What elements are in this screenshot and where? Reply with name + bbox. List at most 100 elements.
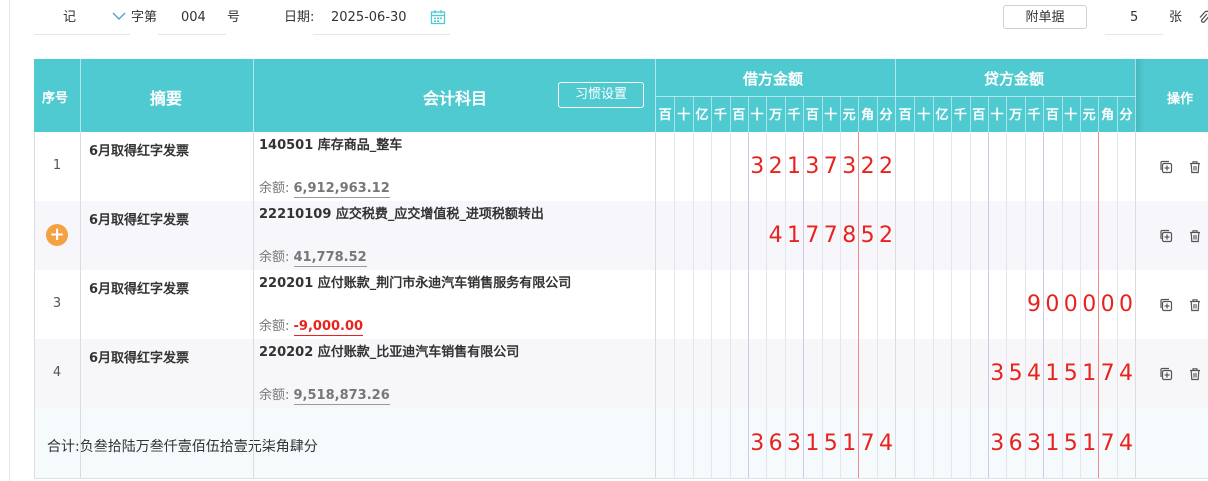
habit-settings-button[interactable]: 习惯设置: [558, 82, 644, 108]
digit-grid-line: [711, 132, 712, 479]
header-credit: 贷方金额: [984, 70, 1045, 88]
row-summary[interactable]: 6月取得红字发票: [89, 278, 189, 297]
credit-unit-label: 百: [1045, 108, 1059, 123]
table-row[interactable]: 3 6月取得红字发票 220201 应付账款_荆门市永迪汽车销售服务有限公司 余额: …: [34, 270, 1208, 339]
debit-digit: 8: [842, 223, 857, 248]
delete-row-icon[interactable]: [1188, 228, 1202, 243]
credit-digit: 5: [1008, 361, 1023, 386]
header-digit-line: [748, 96, 749, 132]
digit-grid-line: [803, 132, 804, 479]
column-separator: [655, 132, 656, 479]
debit-digit: 4: [768, 223, 783, 248]
add-row-icon[interactable]: +: [46, 224, 68, 246]
row-balance: 余额: 41,778.52: [259, 246, 367, 267]
credit-digit: 0: [1119, 292, 1133, 317]
total-debit-digit: 7: [860, 431, 875, 456]
table-left-border: [34, 132, 35, 479]
debit-digit: 2: [860, 154, 875, 179]
total-debit-digit: 3: [750, 431, 765, 456]
number-suffix: 号: [227, 10, 241, 25]
digit-grid-line: [1006, 132, 1007, 479]
header-digit-line: [766, 96, 767, 132]
voucher-type-value: 记: [63, 10, 77, 25]
credit-unit-label: 百: [898, 108, 912, 123]
row-account[interactable]: 220201 应付账款_荆门市永迪汽车销售服务有限公司: [259, 272, 571, 291]
amount-header-divider: [656, 96, 1136, 97]
credit-digit: 7: [1100, 361, 1115, 386]
debit-unit-label: 万: [769, 108, 783, 123]
total-credit-digit: 1: [1045, 431, 1060, 456]
copy-row-icon[interactable]: [1159, 297, 1173, 312]
header-digit-line: [951, 96, 952, 132]
copy-row-icon[interactable]: [1159, 366, 1173, 381]
attachment-count-input[interactable]: 5: [1130, 10, 1138, 26]
table-row[interactable]: 1 6月取得红字发票 140501 库存商品_整车 余额: 6,912,963.12 3…: [34, 132, 1208, 201]
credit-digit: 4: [1027, 361, 1041, 386]
digit-grid-line: [988, 132, 989, 479]
row-account[interactable]: 140501 库存商品_整车: [259, 134, 402, 153]
voucher-number-input[interactable]: 004: [181, 10, 206, 26]
debit-digit: 5: [860, 223, 875, 248]
copy-row-icon[interactable]: [1159, 228, 1173, 243]
credit-digit: 0: [1045, 292, 1060, 317]
row-balance: 余额: 6,912,963.12: [259, 177, 390, 198]
balance-value: 9,518,873.26: [293, 388, 390, 405]
total-credit-digit: 5: [1063, 431, 1078, 456]
header-summary: 摘要: [150, 89, 183, 108]
table-bottom-border: [34, 478, 1208, 479]
credit-digit: 9: [1027, 292, 1041, 317]
header-column-separator: [253, 59, 254, 132]
voucher-toolbar: 记 字第 004 号 日期: 2025-06-30 附单据 5 张: [0, 0, 1208, 36]
row-account[interactable]: 22210109 应交税费_应交增值税_进项税额转出: [259, 203, 544, 222]
credit-unit-label: 亿: [935, 108, 949, 123]
voucher-type-underline: [34, 34, 130, 35]
header-digit-line: [970, 96, 971, 132]
header-digit-line: [822, 96, 823, 132]
row-balance: 余额: -9,000.00: [259, 315, 364, 336]
copy-row-icon[interactable]: [1159, 159, 1173, 174]
total-debit-digit: 5: [823, 431, 838, 456]
credit-unit-label: 十: [917, 108, 931, 123]
row-summary[interactable]: 6月取得红字发票: [89, 140, 189, 159]
debit-unit-label: 百: [732, 108, 746, 123]
total-debit-digit: 3: [787, 431, 801, 456]
row-balance: 余额: 9,518,873.26: [259, 384, 390, 405]
credit-unit-label: 分: [1119, 108, 1133, 123]
header-column-separator: [655, 59, 656, 132]
table-row[interactable]: +6月取得红字发票 22210109 应交税费_应交增值税_进项税额转出 余额: 4…: [34, 201, 1208, 270]
total-label: 合计:负叁拾陆万叁仟壹佰伍拾壹元柒角肆分: [47, 439, 318, 455]
row-summary[interactable]: 6月取得红字发票: [89, 347, 189, 366]
attachment-button[interactable]: 附单据: [1003, 5, 1087, 29]
total-debit-digit: 6: [768, 431, 783, 456]
debit-unit-label: 分: [879, 108, 893, 123]
left-border: [0, 0, 10, 481]
credit-unit-label: 十: [990, 108, 1004, 123]
column-separator: [253, 132, 254, 479]
header-shadow: [1135, 59, 1145, 132]
header-digit-line: [1117, 96, 1118, 132]
digit-grid-line: [970, 132, 971, 479]
digit-grid-line: [748, 132, 749, 479]
table-row[interactable]: 4 6月取得红字发票 220202 应付账款_比亚迪汽车销售有限公司 余额: 9,51…: [34, 339, 1208, 408]
chevron-down-icon[interactable]: [112, 10, 126, 26]
balance-value: -9,000.00: [293, 319, 364, 336]
header-digit-line: [933, 96, 934, 132]
delete-row-icon[interactable]: [1188, 366, 1202, 381]
credit-digit: 0: [1082, 292, 1097, 317]
voucher-type-select[interactable]: 记: [63, 10, 76, 26]
date-label: 日期:: [284, 10, 315, 25]
calendar-icon[interactable]: [430, 9, 446, 30]
digit-grid-line: [951, 132, 952, 479]
credit-unit-label: 角: [1101, 108, 1115, 123]
credit-unit-label: 千: [1027, 108, 1041, 123]
delete-row-icon[interactable]: [1188, 297, 1202, 312]
balance-value: 41,778.52: [293, 250, 367, 267]
date-input[interactable]: 2025-06-30: [331, 10, 407, 26]
digit-grid-line: [858, 132, 859, 479]
row-account[interactable]: 220202 应付账款_比亚迪汽车销售有限公司: [259, 341, 519, 360]
header-column-separator: [1135, 59, 1136, 132]
header-digit-line: [711, 96, 712, 132]
row-summary[interactable]: 6月取得红字发票: [89, 209, 189, 228]
paperclip-icon[interactable]: [1198, 9, 1208, 30]
delete-row-icon[interactable]: [1188, 159, 1202, 174]
